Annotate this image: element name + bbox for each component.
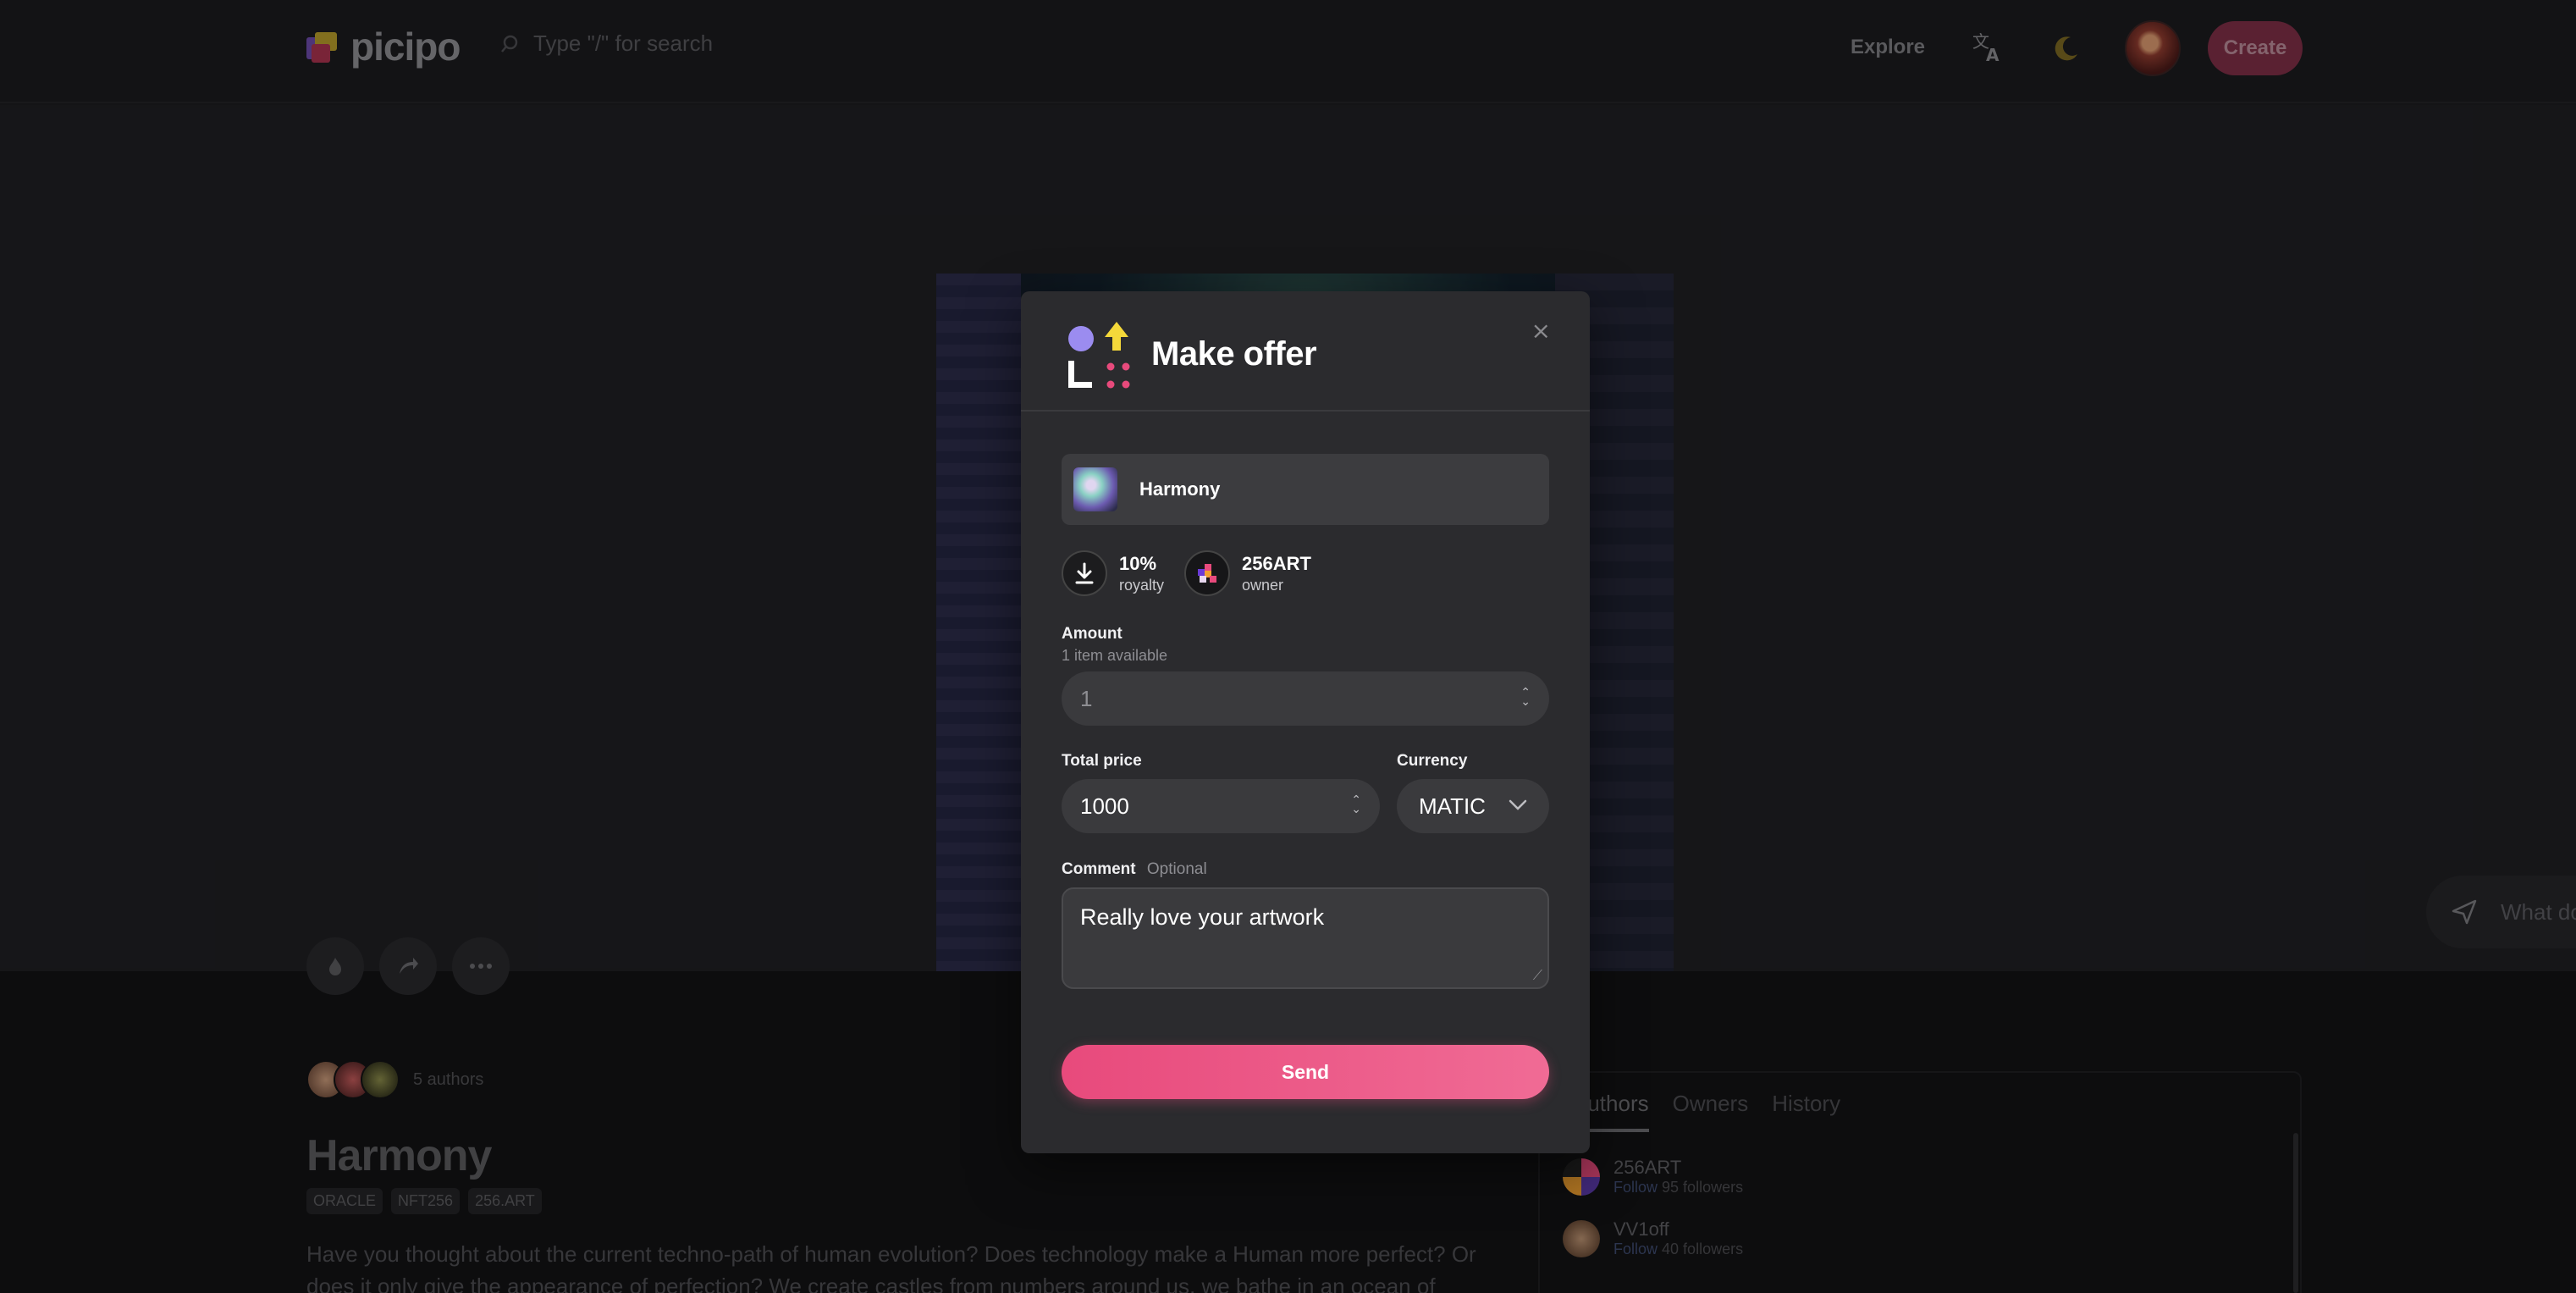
price-value: 1000 (1080, 793, 1129, 819)
make-offer-modal: Make offer × Harmony 10% royalty 256ART … (1021, 291, 1590, 1153)
owner-label: owner (1242, 576, 1284, 594)
currency-value: MATIC (1419, 793, 1486, 819)
modal-title: Make offer (1151, 335, 1317, 373)
royalty-value: 10% (1119, 552, 1157, 574)
currency-label: Currency (1397, 752, 1468, 770)
comment-optional: Optional (1146, 860, 1207, 878)
send-button[interactable]: Send (1062, 1045, 1549, 1099)
download-arrow-icon (1075, 562, 1094, 584)
item-name: Harmony (1139, 478, 1221, 500)
owner-logo-icon (1198, 564, 1217, 583)
close-button[interactable]: × (1531, 317, 1551, 345)
price-input[interactable]: 1000 ⌃ ⌄ (1062, 779, 1380, 833)
amount-label: Amount (1062, 625, 1123, 643)
royalty-info: 10% royalty (1119, 553, 1164, 594)
offer-item-card: Harmony (1062, 454, 1549, 525)
price-label: Total price (1062, 752, 1142, 770)
price-stepper-icon[interactable]: ⌃ ⌄ (1351, 794, 1361, 815)
comment-textarea[interactable]: Really love your artwork ⟋ (1062, 887, 1549, 989)
modal-header: Make offer × (1021, 291, 1590, 412)
offer-logo-icon (1068, 322, 1130, 389)
chevron-down-icon (1509, 799, 1527, 810)
royalty-label: royalty (1119, 576, 1165, 594)
amount-input[interactable]: 1 ⌃ ⌄ (1062, 671, 1549, 726)
owner-info: 256ART owner (1242, 553, 1311, 594)
royalty-badge (1062, 550, 1107, 596)
resize-handle-icon[interactable]: ⟋ (1533, 967, 1542, 984)
amount-available: 1 item available (1062, 647, 1168, 664)
comment-label: Comment Optional (1062, 860, 1207, 879)
currency-select[interactable]: MATIC (1397, 779, 1549, 833)
amount-stepper-icon[interactable]: ⌃ ⌄ (1520, 687, 1531, 708)
comment-value: Really love your artwork (1080, 904, 1325, 930)
owner-avatar[interactable] (1184, 550, 1231, 596)
amount-value: 1 (1080, 685, 1093, 711)
royalty-owner-row: 10% royalty 256ART owner (1062, 550, 1311, 596)
item-thumbnail (1073, 467, 1117, 511)
owner-name[interactable]: 256ART (1242, 553, 1311, 575)
comment-label-text: Comment (1062, 860, 1136, 878)
